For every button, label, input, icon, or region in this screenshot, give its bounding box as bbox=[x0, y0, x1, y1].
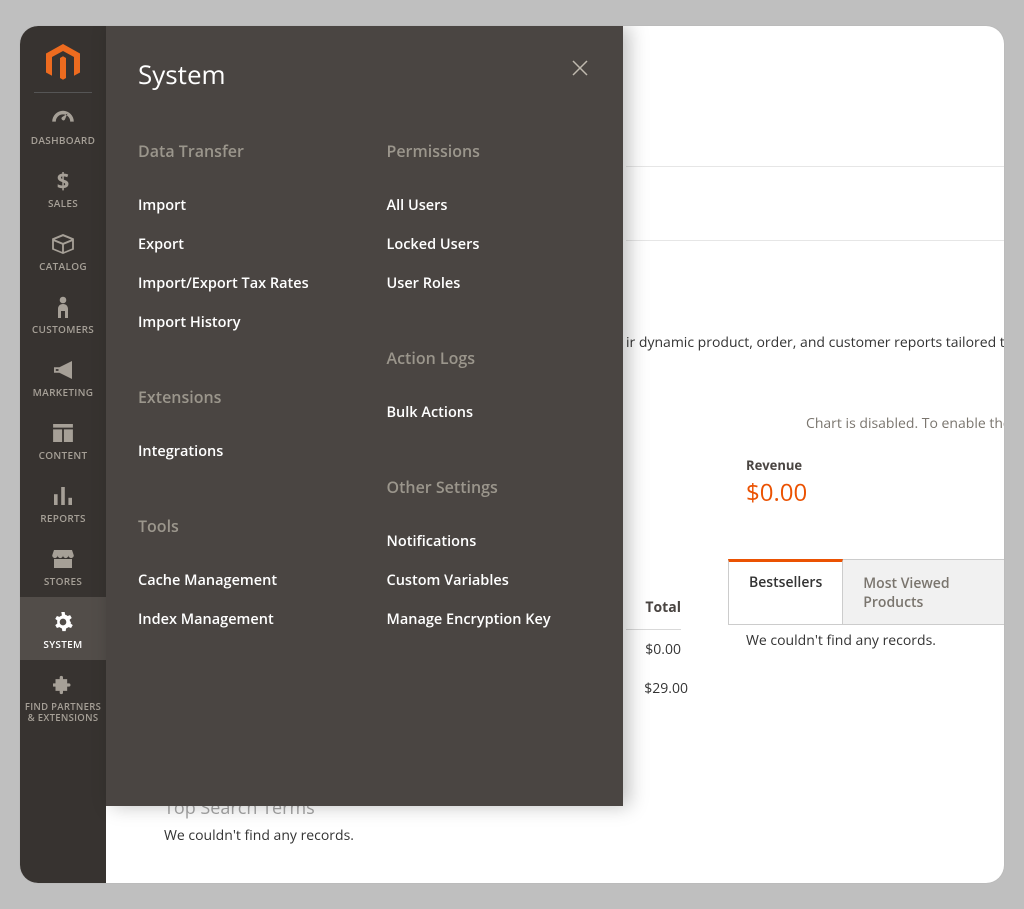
tab-most-viewed[interactable]: Most Viewed Products bbox=[842, 559, 1004, 624]
nav-label: SALES bbox=[48, 197, 78, 209]
divider bbox=[626, 166, 1004, 167]
gear-icon bbox=[53, 610, 73, 634]
table-header-total: Total bbox=[626, 586, 681, 630]
nav-label: CUSTOMERS bbox=[32, 323, 94, 335]
nav-marketing[interactable]: MARKETING bbox=[20, 345, 106, 408]
flyout-link-cache-management[interactable]: Cache Management bbox=[138, 561, 347, 600]
flyout-link-locked-users[interactable]: Locked Users bbox=[387, 225, 596, 264]
puzzle-icon bbox=[53, 673, 73, 697]
dashboard-mini-table: Total $0.00 $29.00 bbox=[626, 586, 688, 708]
chart-disabled-note: Chart is disabled. To enable the chart, … bbox=[806, 414, 1004, 433]
nav-sales[interactable]: $ SALES bbox=[20, 156, 106, 219]
layout-icon bbox=[53, 421, 73, 445]
tab-bestsellers[interactable]: Bestsellers bbox=[728, 559, 843, 624]
flyout-link-integrations[interactable]: Integrations bbox=[138, 432, 347, 471]
close-icon[interactable] bbox=[565, 56, 595, 82]
bar-chart-icon bbox=[53, 484, 73, 508]
divider bbox=[626, 240, 1004, 241]
flyout-heading-permissions: Permissions bbox=[387, 140, 596, 162]
kpi-value: $0.00 bbox=[746, 476, 807, 509]
flyout-link-user-roles[interactable]: User Roles bbox=[387, 264, 596, 303]
flyout-link-import-export-tax[interactable]: Import/Export Tax Rates bbox=[138, 264, 347, 303]
flyout-heading-action-logs: Action Logs bbox=[387, 347, 596, 369]
flyout-title: System bbox=[138, 56, 226, 92]
magento-logo-icon bbox=[46, 44, 80, 82]
megaphone-icon bbox=[52, 358, 74, 382]
nav-system[interactable]: SYSTEM bbox=[20, 597, 106, 660]
nav-partners[interactable]: FIND PARTNERS & EXTENSIONS bbox=[20, 660, 106, 734]
nav-dashboard[interactable]: DASHBOARD bbox=[20, 93, 106, 156]
dollar-icon: $ bbox=[57, 169, 70, 193]
nav-label: CATALOG bbox=[39, 260, 87, 272]
nav-label: CONTENT bbox=[39, 449, 88, 461]
nav-customers[interactable]: CUSTOMERS bbox=[20, 282, 106, 345]
flyout-column-left: Data Transfer Import Export Import/Expor… bbox=[138, 140, 347, 639]
flyout-link-export[interactable]: Export bbox=[138, 225, 347, 264]
system-flyout: System Data Transfer Import Export Impor… bbox=[106, 26, 623, 806]
table-cell: $0.00 bbox=[626, 630, 681, 669]
flyout-column-right: Permissions All Users Locked Users User … bbox=[387, 140, 596, 639]
nav-label: REPORTS bbox=[40, 512, 86, 524]
flyout-heading-extensions: Extensions bbox=[138, 386, 347, 408]
nav-stores[interactable]: STORES bbox=[20, 534, 106, 597]
admin-sidebar: DASHBOARD $ SALES CATALOG CUSTOMERS bbox=[20, 26, 106, 883]
no-records-message: We couldn't find any records. bbox=[164, 826, 354, 845]
no-records-message: We couldn't find any records. bbox=[746, 631, 936, 650]
gauge-icon bbox=[52, 106, 74, 130]
flyout-link-bulk-actions[interactable]: Bulk Actions bbox=[387, 393, 596, 432]
nav-label: FIND PARTNERS & EXTENSIONS bbox=[22, 701, 104, 724]
nav-content[interactable]: CONTENT bbox=[20, 408, 106, 471]
flyout-heading-data-transfer: Data Transfer bbox=[138, 140, 347, 162]
bi-banner-text: ir dynamic product, order, and customer … bbox=[626, 333, 1004, 352]
flyout-heading-other-settings: Other Settings bbox=[387, 476, 596, 498]
flyout-link-import[interactable]: Import bbox=[138, 186, 347, 225]
product-tabs: Bestsellers Most Viewed Products bbox=[728, 559, 1004, 625]
flyout-link-manage-encryption[interactable]: Manage Encryption Key bbox=[387, 600, 596, 639]
flyout-link-import-history[interactable]: Import History bbox=[138, 303, 347, 342]
kpi-revenue: Revenue $0.00 bbox=[746, 456, 807, 509]
nav-reports[interactable]: REPORTS bbox=[20, 471, 106, 534]
storefront-icon bbox=[52, 547, 74, 571]
nav-label: DASHBOARD bbox=[31, 134, 95, 146]
flyout-link-notifications[interactable]: Notifications bbox=[387, 522, 596, 561]
nav-catalog[interactable]: CATALOG bbox=[20, 219, 106, 282]
table-cell: $29.00 bbox=[626, 669, 688, 708]
flyout-link-all-users[interactable]: All Users bbox=[387, 186, 596, 225]
box-icon bbox=[52, 232, 74, 256]
nav-label: MARKETING bbox=[33, 386, 94, 398]
nav-label: SYSTEM bbox=[43, 638, 82, 650]
person-icon bbox=[56, 295, 70, 319]
flyout-link-index-management[interactable]: Index Management bbox=[138, 600, 347, 639]
nav-label: STORES bbox=[44, 575, 82, 587]
flyout-heading-tools: Tools bbox=[138, 515, 347, 537]
flyout-link-custom-variables[interactable]: Custom Variables bbox=[387, 561, 596, 600]
kpi-label: Revenue bbox=[746, 456, 807, 474]
